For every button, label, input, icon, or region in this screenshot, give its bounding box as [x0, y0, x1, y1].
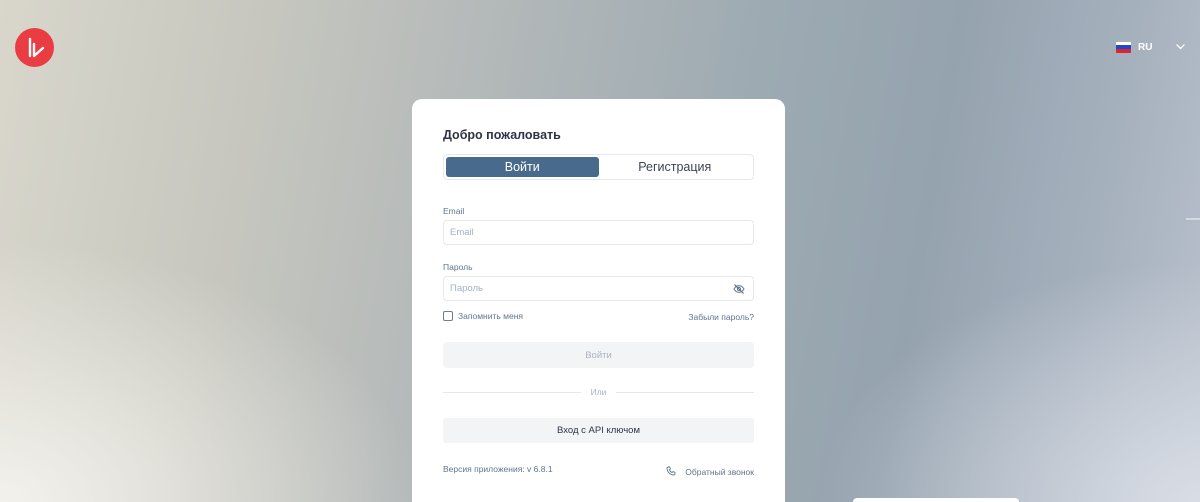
bottom-popup-edge: [853, 498, 1019, 502]
phone-icon: [666, 463, 676, 481]
checkbox-box[interactable]: [443, 311, 453, 321]
callback-label: Обратный звонок: [685, 467, 754, 477]
callback-link[interactable]: Обратный звонок: [666, 463, 754, 481]
login-submit-button[interactable]: Войти: [443, 342, 754, 368]
language-selector[interactable]: RU: [1116, 40, 1186, 54]
divider-line-right: [616, 391, 755, 393]
divider-line-left: [443, 391, 581, 393]
divider-label: Или: [590, 387, 607, 397]
api-key-login-button[interactable]: Вход с API ключом: [443, 418, 754, 443]
remember-me-checkbox[interactable]: Запомнить меня: [443, 311, 523, 321]
email-label: Email: [443, 206, 465, 216]
tab-login[interactable]: Войти: [446, 157, 599, 177]
page-title: Добро пожаловать: [443, 128, 561, 142]
edge-highlight: [1186, 218, 1200, 220]
auth-tabs: Войти Регистрация: [443, 154, 754, 180]
tab-register[interactable]: Регистрация: [599, 157, 752, 177]
remember-me-label: Запомнить меня: [458, 311, 524, 321]
eye-off-icon[interactable]: [733, 283, 745, 295]
login-card: Добро пожаловать Войти Регистрация Email…: [412, 99, 785, 502]
password-field[interactable]: [443, 276, 754, 301]
app-version: Версия приложения: v 6.8.1: [443, 464, 553, 474]
language-code: RU: [1138, 41, 1153, 53]
or-divider: Или: [443, 387, 755, 397]
chevron-down-icon: [1176, 44, 1186, 50]
russian-flag-icon: [1116, 41, 1131, 53]
brand-logo-icon[interactable]: [15, 28, 54, 67]
forgot-password-link[interactable]: Забыли пароль?: [688, 312, 754, 322]
password-label: Пароль: [443, 262, 473, 272]
email-field[interactable]: [443, 220, 754, 245]
